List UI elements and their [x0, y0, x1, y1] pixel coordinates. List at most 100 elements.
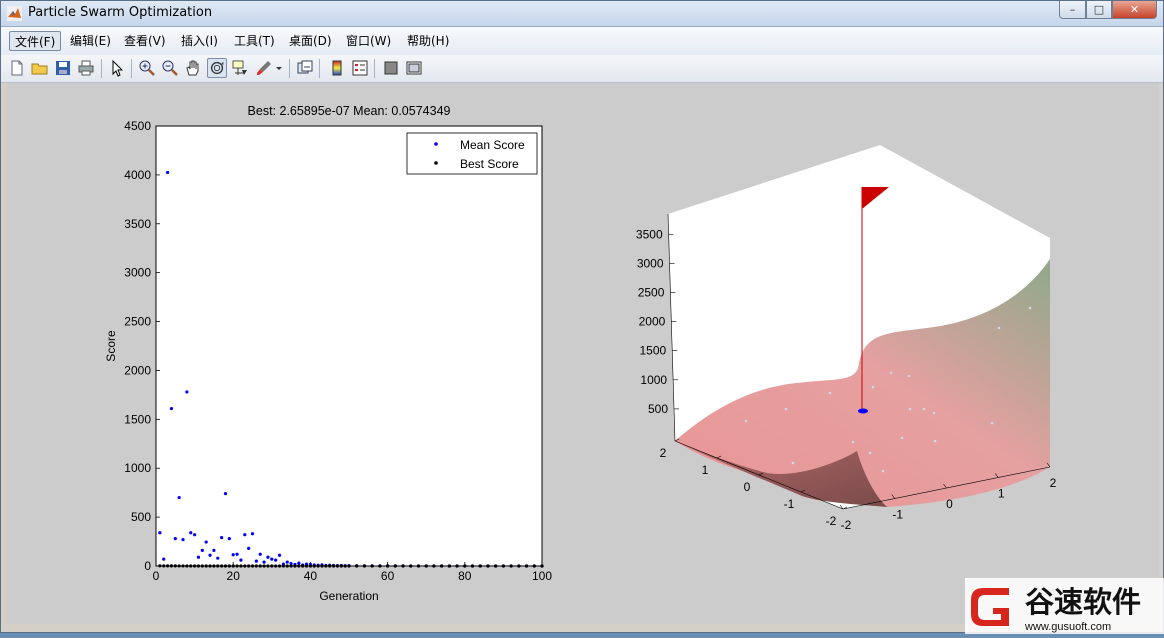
colorbar-icon[interactable]	[327, 58, 347, 78]
y-tick-label: 0	[144, 559, 151, 573]
y3-tick-label: -2	[826, 514, 837, 528]
best-score-point	[540, 564, 544, 568]
show-plot-tools-icon[interactable]	[404, 58, 424, 78]
x3-tick-label: 2	[1050, 476, 1057, 490]
x3-tick-label: -2	[841, 518, 852, 532]
x-axis-label: Generation	[319, 589, 378, 603]
best-score-point	[235, 564, 239, 568]
best-score-point	[517, 564, 521, 568]
toolbar-separator	[289, 59, 290, 78]
best-score-point	[355, 564, 359, 568]
best-score-point	[231, 564, 235, 568]
legend-mean-marker	[434, 142, 438, 146]
best-score-point	[266, 564, 270, 568]
z-tick-label: 500	[648, 402, 668, 416]
mean-score-point	[200, 548, 204, 552]
zoom-out-icon[interactable]	[160, 58, 180, 78]
best-score-point	[301, 564, 305, 568]
best-score-point	[362, 564, 367, 568]
brush-icon[interactable]	[254, 58, 274, 78]
mean-score-point	[196, 555, 201, 559]
best-score-point	[250, 564, 255, 568]
best-score-point	[424, 564, 428, 568]
best-score-point	[220, 564, 224, 568]
hide-plot-tools-icon[interactable]	[381, 58, 401, 78]
surface-axes[interactable]: 500 1000 1500 2000 2500 3000 3500 -2 -1 0 1 2 2 1 0 -…	[636, 145, 1057, 532]
save-icon[interactable]	[53, 58, 73, 78]
best-score-point	[370, 564, 374, 568]
best-score-point	[216, 564, 220, 568]
rotate-3d-icon[interactable]	[207, 58, 227, 78]
mean-score-point	[247, 546, 251, 550]
best-score-point	[204, 564, 208, 568]
menu-bar: 文件(F) 编辑(E) 查看(V) 插入(I) 工具(T) 桌面(D) 窗口(W…	[1, 27, 1163, 70]
best-score-point	[393, 564, 397, 568]
y-tick-label: 500	[131, 510, 151, 524]
score-axes[interactable]: Best: 2.65895e-07 Mean: 0.0574349 Genera…	[104, 104, 552, 603]
window-title: Particle Swarm Optimization	[28, 5, 213, 20]
zoom-in-icon[interactable]	[137, 58, 157, 78]
menu-file[interactable]: 文件(F)	[9, 31, 62, 51]
chart-title: Best: 2.65895e-07 Mean: 0.0574349	[248, 104, 451, 118]
mean-score-point	[216, 556, 220, 560]
toolbar-separator	[131, 59, 132, 78]
maximize-button[interactable]: □	[1086, 1, 1112, 19]
x-tick-label: 20	[227, 569, 241, 583]
mean-score-point	[177, 495, 181, 500]
mean-score-point	[173, 537, 177, 541]
best-score-point	[316, 564, 320, 568]
minimize-button[interactable]: –	[1059, 1, 1086, 19]
link-plot-icon[interactable]	[295, 58, 315, 78]
new-file-icon[interactable]	[7, 58, 27, 78]
figure-toolbar	[1, 55, 1163, 83]
best-score-point	[335, 564, 340, 568]
mean-score-point	[189, 531, 193, 535]
y3-tick-label: -1	[784, 497, 795, 511]
x-tick-label: 0	[153, 569, 160, 583]
select-arrow-icon[interactable]	[107, 58, 127, 78]
mean-score-point	[277, 553, 282, 557]
x3-tick-label: 1	[998, 487, 1005, 501]
mean-score-point	[250, 532, 255, 536]
best-score-point	[331, 564, 336, 568]
toolbar-separator	[319, 59, 320, 78]
close-icon: ✕	[1129, 3, 1140, 16]
best-score-point	[243, 564, 247, 568]
brush-menu-icon[interactable]	[273, 58, 285, 78]
mean-score-point	[169, 406, 174, 411]
menu-desktop[interactable]: 桌面(D)	[284, 31, 337, 51]
menu-edit[interactable]: 编辑(E)	[65, 31, 116, 51]
menu-tools[interactable]: 工具(T)	[229, 31, 280, 51]
watermark-logo: 谷速软件 www.gusuoft.com	[965, 578, 1164, 634]
legend[interactable]: Mean Score Best Score	[406, 132, 538, 175]
mean-score-point	[227, 537, 231, 541]
data-cursor-icon[interactable]	[230, 58, 250, 78]
legend-mean-label: Mean Score	[460, 138, 525, 152]
legend-icon[interactable]	[350, 58, 370, 78]
legend-best-label: Best Score	[460, 157, 519, 171]
menu-view[interactable]: 查看(V)	[119, 31, 171, 51]
close-button[interactable]: ✕	[1112, 1, 1157, 19]
z-tick-label: 1500	[640, 344, 667, 358]
best-score-point	[524, 564, 529, 568]
mean-score-point	[204, 540, 208, 544]
mean-score-point	[297, 561, 301, 565]
menu-help[interactable]: 帮助(H)	[402, 31, 454, 51]
z-tick-label: 3000	[637, 256, 664, 270]
menu-insert[interactable]: 插入(I)	[176, 31, 223, 51]
pan-hand-icon[interactable]	[183, 58, 203, 78]
y-axis-label: Score	[104, 330, 118, 362]
mean-score-point	[231, 553, 235, 557]
open-folder-icon[interactable]	[30, 58, 50, 78]
y-tick-label: 4500	[124, 119, 151, 133]
mean-score-point	[185, 390, 189, 394]
best-score-point	[509, 564, 513, 568]
figure-canvas: Best: 2.65895e-07 Mean: 0.0574349 Genera…	[7, 83, 1159, 624]
menu-window[interactable]: 窗口(W)	[341, 31, 396, 51]
z-tick-label: 1000	[640, 373, 667, 387]
print-icon[interactable]	[76, 58, 96, 78]
x3-tick-label: -1	[892, 508, 903, 522]
best-score-point	[343, 564, 347, 568]
best-score-point	[409, 564, 413, 568]
best-score-point	[173, 564, 177, 568]
